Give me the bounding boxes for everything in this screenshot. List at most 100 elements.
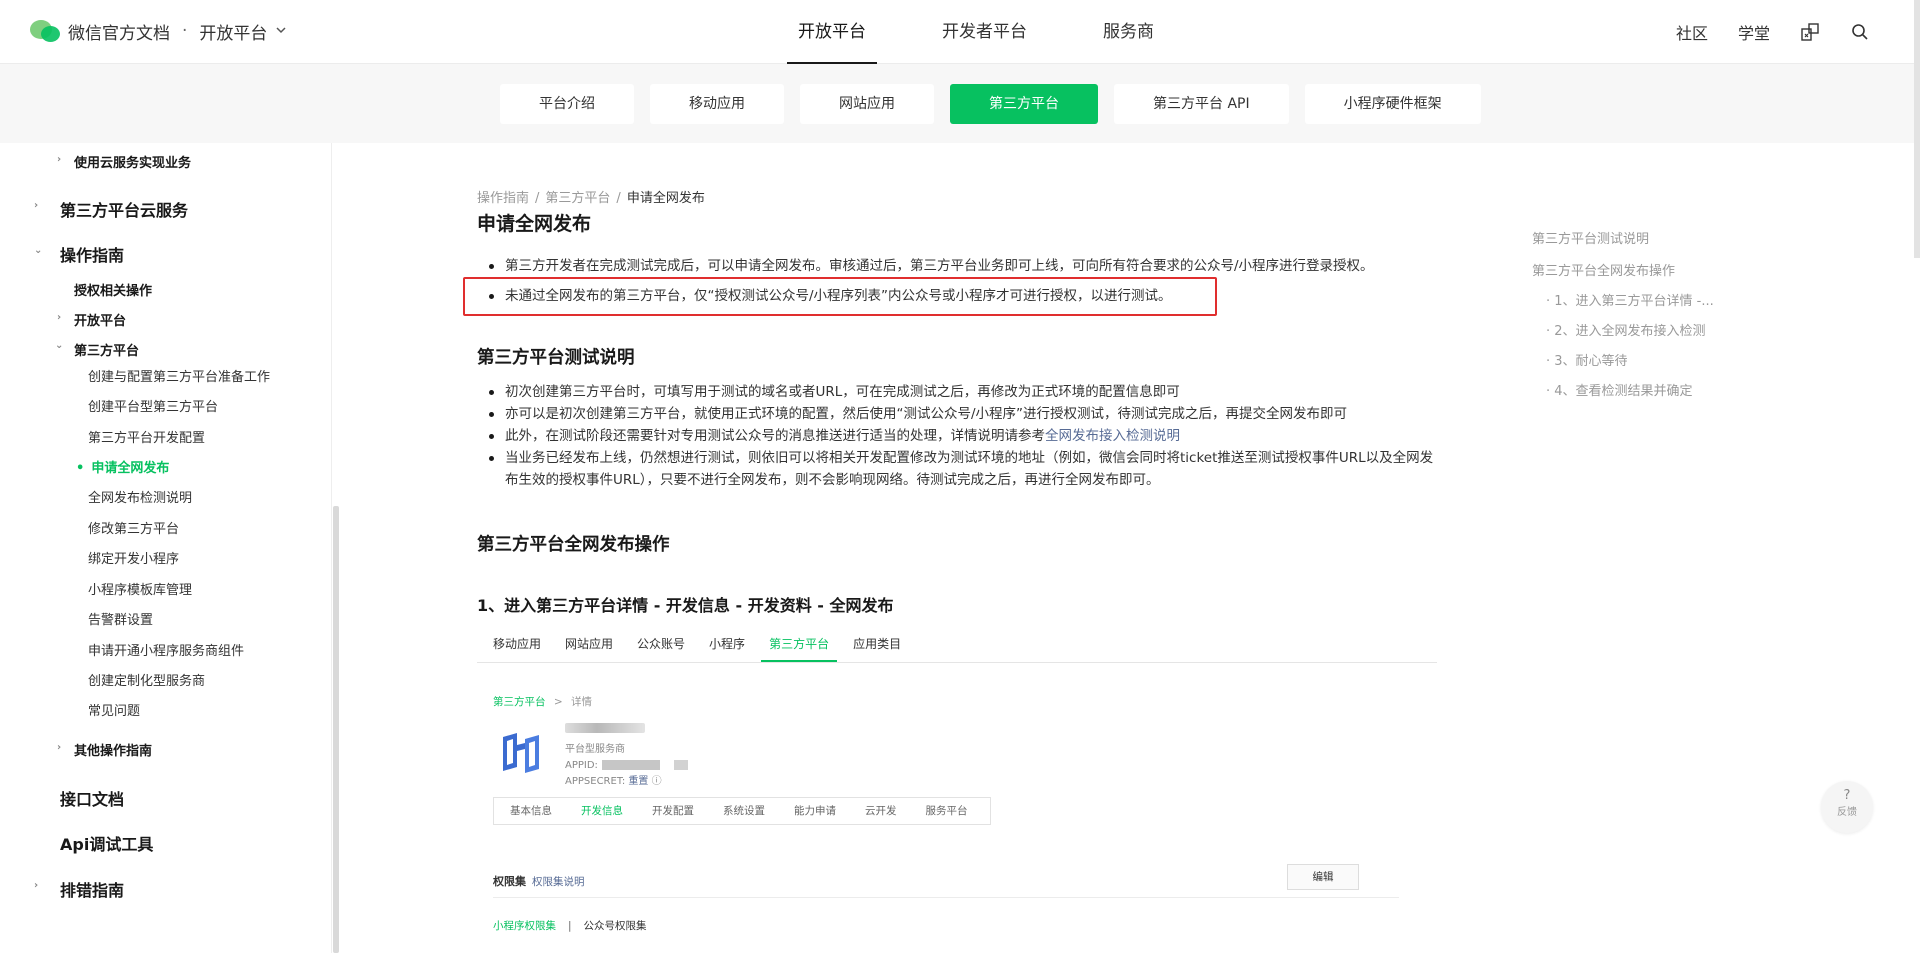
embed-perm-sep: | xyxy=(568,920,572,932)
sidebar-item-auth[interactable]: 授权相关操作 xyxy=(74,280,152,299)
developer-tools-icon[interactable] xyxy=(1800,22,1820,42)
tab-platform-intro[interactable]: 平台介绍 xyxy=(500,84,634,124)
chevron-right-icon: › xyxy=(57,312,62,323)
breadcrumb-item[interactable]: 操作指南 xyxy=(477,191,529,206)
platform-selector[interactable]: 开放平台 xyxy=(199,19,267,44)
embed-perm-link: 权限集说明 xyxy=(532,876,585,888)
sidebar-item-trouble[interactable]: › 排错指南 xyxy=(34,877,124,901)
sidebar-item-other-ops[interactable]: › 其他操作指南 xyxy=(57,740,152,759)
embed-subtabs: 基本信息 开发信息 开发配置 系统设置 能力申请 云开发 服务平台 xyxy=(493,797,991,825)
sidebar-item-open-platform[interactable]: › 开放平台 xyxy=(57,310,126,329)
toc-item[interactable]: · 4、查看检测结果并确定 xyxy=(1546,380,1693,399)
sidebar-item-cloud-service-business[interactable]: › 使用云服务实现业务 xyxy=(57,152,191,171)
toc-item[interactable]: 第三方平台全网发布操作 xyxy=(1532,260,1675,279)
sidebar-leaf[interactable]: 绑定开发小程序 xyxy=(88,548,179,567)
list-item-text: 此外，在测试阶段还需要针对专用测试公众号的消息推送进行适当的处理，详情说明请参考 xyxy=(505,428,1045,444)
embed-subtab: 能力申请 xyxy=(794,805,836,817)
blurred-name xyxy=(565,723,645,733)
sidebar-leaf[interactable]: 修改第三方平台 xyxy=(88,518,179,537)
list-item: 当业务已经发布上线，仍然想进行测试，则依旧可以将相关开发配置修改为测试环境的地址… xyxy=(477,447,1442,491)
sidebar-leaf[interactable]: 全网发布检测说明 xyxy=(88,487,192,506)
brand[interactable]: 微信官方文档 · 开放平台 xyxy=(30,18,287,44)
sidebar-item-label: 开放平台 xyxy=(74,314,127,329)
breadcrumb-current: 申请全网发布 xyxy=(626,191,705,206)
toc-item[interactable]: 第三方平台测试说明 xyxy=(1532,228,1649,247)
search-icon[interactable] xyxy=(1850,22,1870,42)
sidebar-item-api-docs[interactable]: 接口文档 xyxy=(60,786,124,810)
sidebar-item-cloud[interactable]: › 第三方平台云服务 xyxy=(34,197,188,221)
top-header: 微信官方文档 · 开放平台 开放平台 开发者平台 服务商 社区 学堂 xyxy=(0,0,1920,64)
embed-perm-mini: 小程序权限集 xyxy=(493,920,556,932)
tab-third-party[interactable]: 第三方平台 xyxy=(950,84,1098,124)
embed-tab: 小程序 xyxy=(709,637,746,651)
tab-third-party-api[interactable]: 第三方平台 API xyxy=(1114,84,1289,124)
toc-item[interactable]: · 2、进入全网发布接入检测 xyxy=(1546,320,1706,339)
feedback-button[interactable]: ? 反馈 xyxy=(1821,781,1873,833)
embed-perm-label: 权限集 xyxy=(493,875,526,888)
nav-open-platform[interactable]: 开放平台 xyxy=(760,0,904,64)
tab-hardware-framework[interactable]: 小程序硬件框架 xyxy=(1304,84,1481,124)
sidebar-leaf-active[interactable]: • 申请全网发布 xyxy=(76,457,169,476)
sidebar-leaf[interactable]: 第三方平台开发配置 xyxy=(88,427,205,446)
embed-info: 平台型服务商 APPID: APPSECRET: 重置 ⓘ xyxy=(565,742,688,790)
sidebar-leaf[interactable]: 小程序模板库管理 xyxy=(88,579,192,598)
test-doc-link[interactable]: 全网发布接入检测说明 xyxy=(1045,428,1180,444)
embed-edit-button: 编辑 xyxy=(1287,864,1359,890)
main-content: 操作指南 / 第三方平台 / 申请全网发布 申请全网发布 第三方开发者在完成测试完成后，… xyxy=(463,143,1437,953)
sidebar-leaf[interactable]: 创建与配置第三方平台准备工作 xyxy=(88,366,270,385)
chevron-down-icon: ⌄ xyxy=(55,340,64,351)
embed-tab: 应用类目 xyxy=(853,637,902,651)
embed-tab-active: 第三方平台 xyxy=(761,632,838,662)
embed-subtab: 云开发 xyxy=(865,805,897,817)
embed-appsecret-label: APPSECRET: xyxy=(565,776,626,787)
embed-subtab: 基本信息 xyxy=(510,805,552,817)
sidebar-scrollbar[interactable] xyxy=(333,506,339,953)
sidebar-item-third-party[interactable]: ⌄ 第三方平台 xyxy=(55,340,139,359)
tab-website-app[interactable]: 网站应用 xyxy=(800,84,934,124)
page-title: 申请全网发布 xyxy=(477,213,592,235)
question-icon: ? xyxy=(1843,788,1851,803)
embed-perm-title: 权限集 权限集说明 xyxy=(493,873,585,889)
page-scrollbar[interactable] xyxy=(1914,0,1920,258)
tab-mobile-app[interactable]: 移动应用 xyxy=(650,84,784,124)
community-link[interactable]: 社区 xyxy=(1676,20,1708,44)
embed-reset: 重置 xyxy=(628,776,649,787)
sidebar-item-ops[interactable]: ⌄ 操作指南 xyxy=(34,242,124,266)
sidebar-item-label: 使用云服务实现业务 xyxy=(74,156,192,171)
sidebar-leaf[interactable]: 创建定制化型服务商 xyxy=(88,670,205,689)
sidebar-item-api-debug[interactable]: Api调试工具 xyxy=(60,831,153,855)
divider xyxy=(493,897,1399,898)
school-link[interactable]: 学堂 xyxy=(1738,20,1770,44)
sidebar-item-label: 操作指南 xyxy=(60,246,125,265)
wechat-logo-icon xyxy=(30,18,60,44)
list-item: 初次创建第三方平台时，可填写用于测试的域名或者URL，可在完成测试之后，再修改为… xyxy=(477,381,1442,403)
toc-item[interactable]: · 1、进入第三方平台详情 -... xyxy=(1546,290,1714,309)
site-title[interactable]: 微信官方文档 xyxy=(68,19,170,44)
list-item: 亦可以是初次创建第三方平台，就使用正式环境的配置，然后使用“测试公众号/小程序”… xyxy=(477,403,1442,425)
sidebar-item-label: 其他操作指南 xyxy=(74,744,153,759)
feedback-label: 反馈 xyxy=(1837,807,1857,818)
sidebar-leaf[interactable]: 申请开通小程序服务商组件 xyxy=(88,640,244,659)
embed-crumb-item: 详情 xyxy=(571,696,592,708)
top-nav: 开放平台 开发者平台 服务商 xyxy=(760,0,1192,64)
embed-perm-mp: 公众号权限集 xyxy=(583,920,647,932)
list-item: 第三方开发者在完成测试完成后，可以申请全网发布。审核通过后，第三方平台业务即可上… xyxy=(477,255,1374,277)
breadcrumb-item[interactable]: 第三方平台 xyxy=(545,191,610,206)
chevron-down-icon: ⌄ xyxy=(34,245,43,256)
embed-breadcrumb: 第三方平台 > 详情 xyxy=(493,694,592,709)
nav-developer-platform[interactable]: 开发者平台 xyxy=(904,0,1065,64)
sidebar-leaf[interactable]: 常见问题 xyxy=(88,700,140,719)
nav-service-provider[interactable]: 服务商 xyxy=(1065,0,1192,64)
embed-subtab-active: 开发信息 xyxy=(581,805,623,817)
sidebar-leaf[interactable]: 告警群设置 xyxy=(88,609,153,628)
section-title-test: 第三方平台测试说明 xyxy=(477,348,635,368)
embed-tab: 移动应用 xyxy=(493,637,542,651)
header-right: 社区 学堂 xyxy=(1676,0,1870,64)
sidebar-leaf[interactable]: 创建平台型第三方平台 xyxy=(88,396,218,415)
chevron-down-icon[interactable] xyxy=(275,24,287,39)
chevron-right-icon: › xyxy=(57,154,62,165)
breadcrumb: 操作指南 / 第三方平台 / 申请全网发布 xyxy=(477,191,705,206)
toc-item[interactable]: · 3、耐心等待 xyxy=(1546,350,1628,369)
embed-appsecret: APPSECRET: 重置 ⓘ xyxy=(565,774,688,790)
sidebar-item-label: 排错指南 xyxy=(60,881,125,900)
